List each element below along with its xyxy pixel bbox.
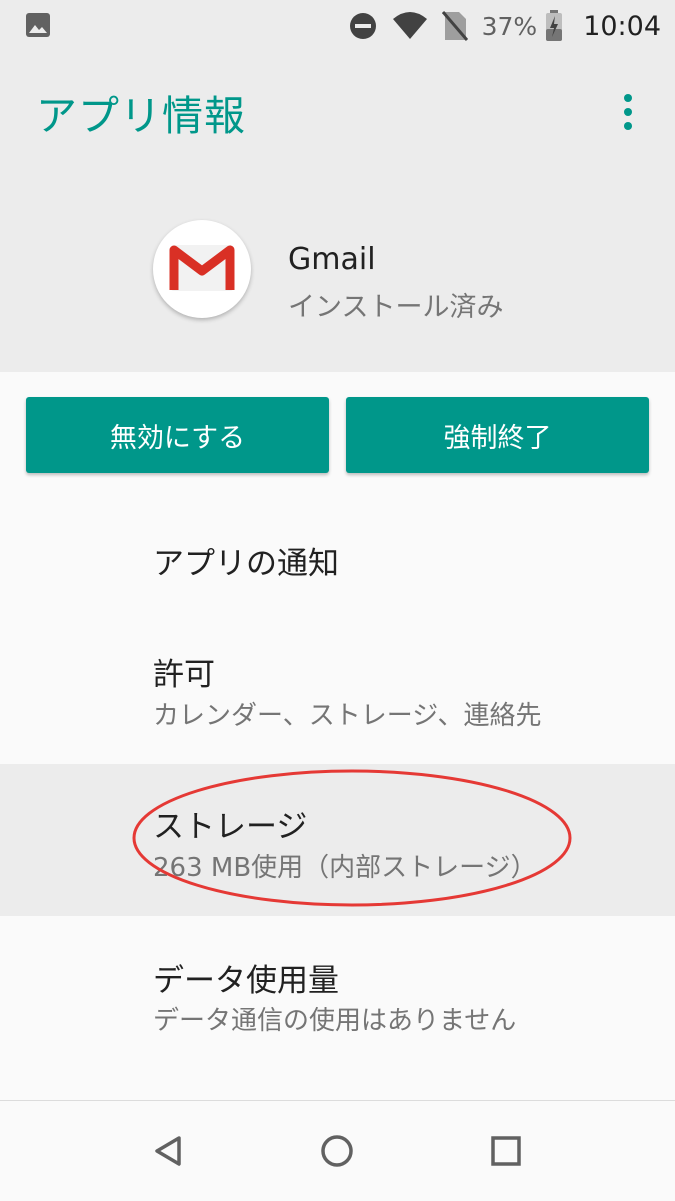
more-vert-icon[interactable] (612, 92, 642, 132)
app-notifications-title: アプリの通知 (153, 546, 339, 582)
app-install-status: インストール済み (288, 292, 504, 323)
permissions-title: 許可 (153, 657, 215, 693)
storage-summary: 263 MB使用（内部ストレージ） (153, 853, 537, 883)
clock: 10:04 (583, 10, 661, 42)
no-sim-icon (441, 11, 468, 41)
disable-button[interactable]: 無効にする (26, 397, 329, 473)
permissions-summary: カレンダー、ストレージ、連絡先 (153, 701, 542, 731)
data-usage-item[interactable]: データ使用量 データ通信の使用はありません (0, 920, 675, 1070)
storage-title: ストレージ (153, 809, 308, 845)
recents-icon[interactable] (481, 1126, 531, 1176)
battery-charging-icon (546, 10, 563, 41)
page-title: アプリ情報 (36, 92, 246, 140)
back-icon[interactable] (145, 1126, 195, 1176)
app-info-header: アプリ情報 Gmail インストール済み (0, 52, 675, 372)
home-icon[interactable] (312, 1126, 362, 1176)
do-not-disturb-icon (349, 13, 376, 39)
force-stop-button[interactable]: 強制終了 (346, 397, 649, 473)
app-name: Gmail (288, 242, 376, 277)
gmail-icon (153, 220, 251, 318)
wifi-icon (392, 12, 427, 39)
permissions-item[interactable]: 許可 カレンダー、ストレージ、連絡先 (0, 625, 675, 760)
app-notifications-item[interactable]: アプリの通知 (0, 510, 675, 620)
storage-item[interactable]: ストレージ 263 MB使用（内部ストレージ） (0, 764, 675, 916)
data-usage-title: データ使用量 (153, 963, 339, 999)
navigation-bar (0, 1100, 675, 1201)
data-usage-summary: データ通信の使用はありません (153, 1006, 517, 1036)
battery-percent: 37% (481, 11, 538, 41)
status-bar: 37% 10:04 (0, 0, 675, 52)
image-icon (26, 13, 50, 37)
